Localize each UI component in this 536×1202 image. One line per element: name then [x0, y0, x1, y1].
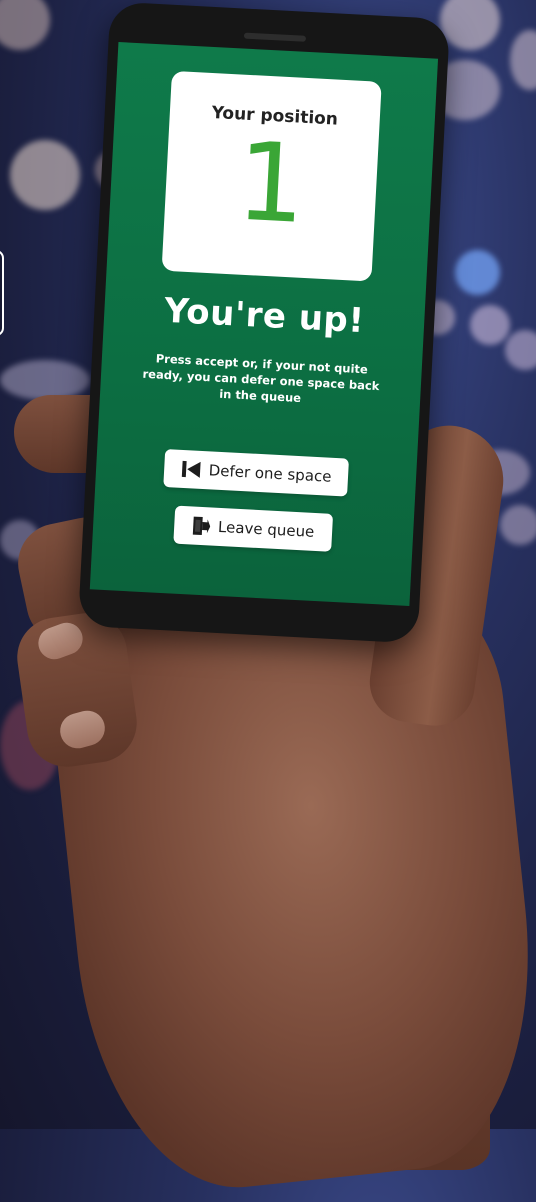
background-light: [0, 360, 90, 400]
background-light: [470, 305, 510, 345]
exit-door-icon: [192, 516, 211, 537]
phone: Your position 1 You're up! Press accept …: [77, 1, 451, 644]
status-headline: You're up!: [163, 290, 366, 342]
partial-card-edge: [0, 250, 4, 336]
leave-queue-label: Leave queue: [217, 517, 315, 541]
background-light: [505, 330, 536, 370]
defer-one-space-label: Defer one space: [208, 461, 332, 486]
background-light: [455, 250, 500, 295]
leave-queue-button[interactable]: Leave queue: [173, 505, 334, 552]
phone-earpiece: [243, 32, 307, 42]
queue-screen: Your position 1 You're up! Press accept …: [89, 41, 439, 606]
defer-one-space-button[interactable]: Defer one space: [163, 449, 349, 497]
position-number: 1: [233, 119, 309, 248]
position-card: Your position 1: [161, 70, 382, 282]
background-light: [510, 30, 536, 90]
background-light: [0, 0, 50, 50]
skip-back-icon: [180, 460, 201, 479]
instructions-text: Press accept or, if your not quite ready…: [142, 351, 380, 406]
background-light: [440, 0, 500, 50]
background-light: [10, 140, 80, 210]
background-light: [500, 505, 536, 545]
